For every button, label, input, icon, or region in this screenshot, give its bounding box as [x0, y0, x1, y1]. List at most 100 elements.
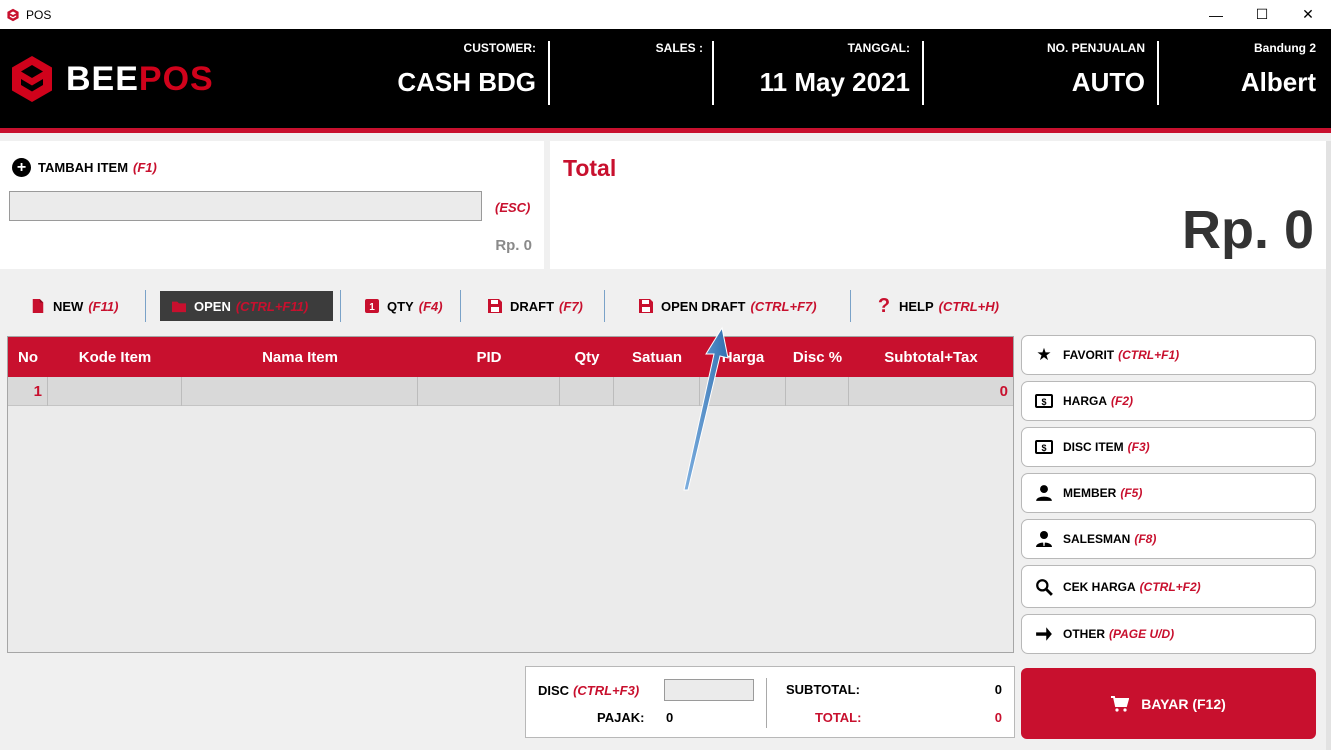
cell-satuan[interactable] — [614, 377, 700, 406]
branch-user-field: Bandung 2 Albert — [1241, 41, 1316, 105]
add-item-price: Rp. 0 — [495, 237, 532, 254]
disc-item-button[interactable]: $ DISC ITEM (F3) — [1021, 427, 1316, 467]
sales-field[interactable]: SALES : — [656, 41, 703, 105]
cell-pid[interactable] — [418, 377, 560, 406]
column-header-kode-item[interactable]: Kode Item — [48, 337, 182, 377]
other-button[interactable]: OTHER (PAGE U/D) — [1021, 614, 1316, 654]
total-amount: Rp. 0 — [1181, 200, 1314, 260]
toolbar-divider — [460, 290, 461, 322]
help-button[interactable]: ? HELP (CTRL+H) — [877, 291, 999, 321]
column-header-disc[interactable]: Disc % — [786, 337, 849, 377]
maximize-button[interactable]: ☐ — [1239, 0, 1285, 29]
qty-button[interactable]: 1 QTY (F4) — [365, 291, 443, 321]
user-name: Albert — [1240, 67, 1316, 97]
pajak-label: PAJAK: — [597, 710, 645, 725]
cek-harga-button[interactable]: CEK HARGA (CTRL+F2) — [1021, 565, 1316, 608]
bayar-label: BAYAR (F12) — [1141, 695, 1226, 712]
add-item-input[interactable] — [9, 191, 482, 221]
favorit-shortcut: (CTRL+F1) — [1118, 348, 1180, 362]
header-bar: BEEPOS CUSTOMER: CASH BDG SALES : TANGGA… — [0, 29, 1331, 128]
harga-button[interactable]: $ HARGA (F2) — [1021, 381, 1316, 421]
salesman-label: SALESMAN — [1063, 532, 1131, 546]
qty-shortcut: (F4) — [418, 298, 443, 314]
folder-icon — [172, 301, 186, 313]
member-button[interactable]: MEMBER (F5) — [1021, 473, 1316, 513]
disc-label: DISC (CTRL+F3) — [538, 683, 639, 698]
pajak-value: 0 — [666, 710, 674, 725]
new-shortcut: (F11) — [88, 298, 119, 314]
summary-panel: DISC (CTRL+F3) PAJAK: 0 SUBTOTAL: 0 TOTAL… — [525, 666, 1015, 738]
cell-harga[interactable] — [700, 377, 786, 406]
sales-label: SALES : — [655, 41, 703, 55]
toolbar-divider — [340, 290, 341, 322]
total-title: Total — [563, 155, 617, 181]
favorit-button[interactable]: ★ FAVORIT (CTRL+F1) — [1021, 335, 1316, 375]
beepos-logo-icon — [12, 56, 52, 102]
column-header-nama-item[interactable]: Nama Item — [182, 337, 418, 377]
open-draft-button[interactable]: OPEN DRAFT (CTRL+F7) — [639, 291, 817, 321]
add-item-label[interactable]: + TAMBAH ITEM (F1) — [12, 158, 157, 177]
column-header-harga[interactable]: Harga — [700, 337, 786, 377]
tanggal-value: 11 May 2021 — [759, 67, 910, 97]
window-edge — [1326, 141, 1331, 750]
action-toolbar: NEW (F11) OPEN (CTRL+F11) 1 QTY (F4) DRA… — [0, 285, 1020, 327]
disc-item-label: DISC ITEM — [1063, 440, 1124, 454]
total-label: TOTAL: — [815, 710, 862, 725]
qty-icon: 1 — [365, 299, 379, 313]
logo-wordmark: BEEPOS — [66, 60, 214, 99]
cell-no[interactable]: 1 — [8, 377, 48, 406]
harga-label: HARGA — [1063, 394, 1107, 408]
column-header-pid[interactable]: PID — [418, 337, 560, 377]
tanggal-field[interactable]: TANGGAL: 11 May 2021 — [760, 41, 910, 105]
customer-field[interactable]: CUSTOMER: CASH BDG — [397, 41, 536, 105]
beepos-logo: BEEPOS — [10, 55, 214, 103]
harga-shortcut: (F2) — [1111, 394, 1133, 408]
add-item-shortcut: (F1) — [133, 160, 157, 175]
svg-text:1: 1 — [369, 302, 375, 313]
search-icon — [1036, 578, 1053, 596]
logo-pos: POS — [138, 59, 214, 98]
subtotal-label: SUBTOTAL: — [786, 682, 860, 697]
cell-nama-item[interactable] — [182, 377, 418, 406]
items-table[interactable]: No Kode Item Nama Item PID Qty Satuan Ha… — [7, 336, 1014, 653]
add-item-panel: + TAMBAH ITEM (F1) (ESC) Rp. 0 — [0, 141, 544, 269]
branch-label: Bandung 2 — [1254, 41, 1316, 55]
salesman-button[interactable]: SALESMAN (F8) — [1021, 519, 1316, 559]
header-divider — [548, 41, 550, 105]
header-accent-line — [0, 128, 1331, 133]
draft-shortcut: (F7) — [559, 298, 583, 314]
new-button[interactable]: NEW (F11) — [31, 291, 118, 321]
tanggal-label: TANGGAL: — [847, 41, 910, 55]
column-header-qty[interactable]: Qty — [560, 337, 614, 377]
cek-harga-label: CEK HARGA — [1063, 579, 1136, 594]
beepos-app-icon — [7, 8, 19, 21]
minimize-button[interactable]: — — [1193, 0, 1239, 29]
disc-input[interactable] — [664, 679, 754, 701]
column-header-subtotal-tax[interactable]: Subtotal+Tax — [849, 337, 1013, 377]
disc-shortcut: (CTRL+F3) — [573, 683, 640, 698]
plus-circle-icon: + — [12, 158, 31, 177]
cell-kode-item[interactable] — [48, 377, 182, 406]
arrow-right-icon — [1036, 627, 1052, 641]
cell-subtotal-tax[interactable]: 0 — [849, 377, 1013, 406]
svg-text:$: $ — [1041, 397, 1046, 407]
column-header-no[interactable]: No — [8, 337, 48, 377]
open-button[interactable]: OPEN (CTRL+F11) — [160, 291, 333, 321]
cell-qty[interactable] — [560, 377, 614, 406]
no-penjualan-field[interactable]: NO. PENJUALAN AUTO — [1047, 41, 1145, 105]
total-value: 0 — [994, 710, 1002, 725]
cell-disc[interactable] — [786, 377, 849, 406]
draft-button[interactable]: DRAFT (F7) — [488, 291, 583, 321]
add-item-text: TAMBAH ITEM — [38, 160, 129, 175]
open-draft-shortcut: (CTRL+F7) — [750, 298, 817, 314]
draft-label: DRAFT — [510, 298, 555, 314]
subtotal-value: 0 — [994, 682, 1002, 697]
table-row[interactable]: 1 0 — [8, 377, 1013, 406]
column-header-satuan[interactable]: Satuan — [614, 337, 700, 377]
close-button[interactable]: ✕ — [1285, 0, 1331, 29]
bayar-button[interactable]: BAYAR (F12) — [1021, 668, 1316, 739]
help-label: HELP — [899, 298, 934, 314]
open-shortcut: (CTRL+F11) — [235, 298, 309, 314]
salesman-shortcut: (F8) — [1134, 532, 1157, 546]
price-tag-icon: $ — [1035, 440, 1053, 454]
